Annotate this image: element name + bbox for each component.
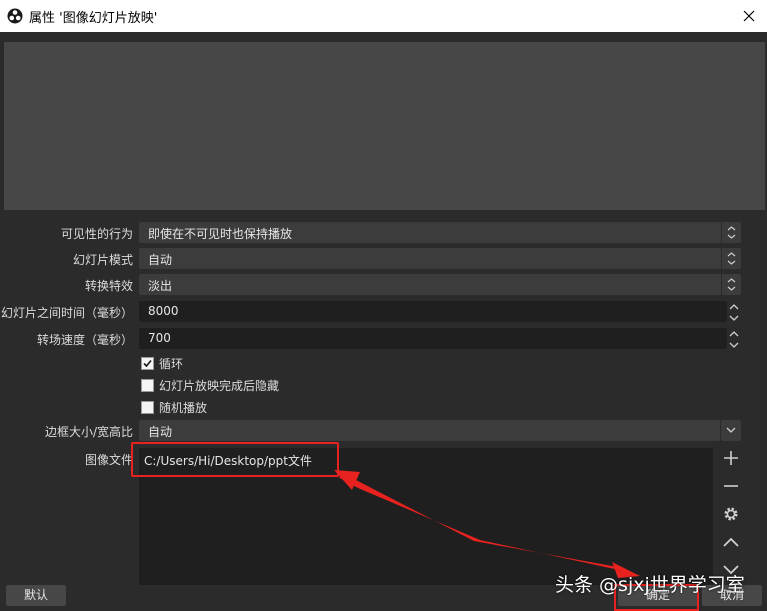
annotation-arrow: [334, 470, 640, 578]
watermark: 头条 @sjxj世界学习室: [555, 574, 745, 596]
defaults-button[interactable]: 默认: [6, 585, 66, 606]
